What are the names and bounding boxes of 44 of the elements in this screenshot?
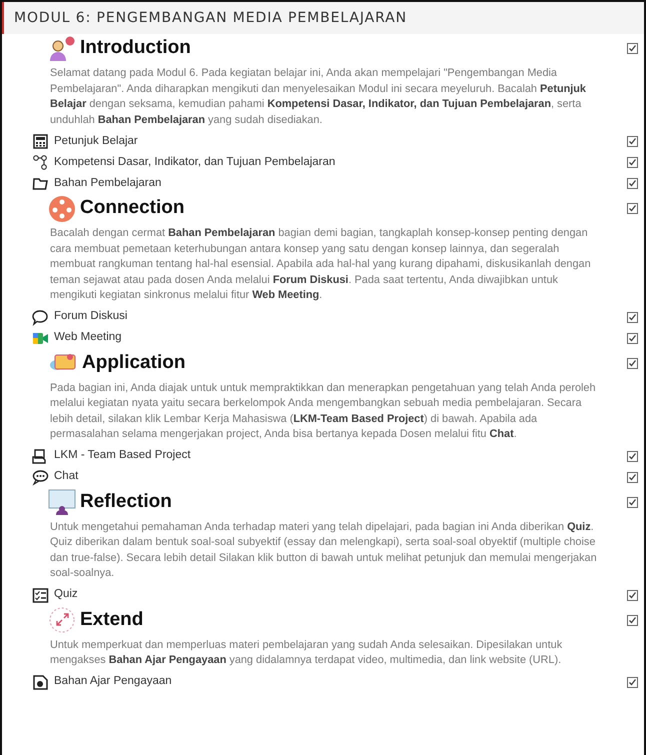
board-icon <box>48 489 76 515</box>
activity-link[interactable]: Forum Diskusi <box>54 308 128 326</box>
section-description: Bacalah dengan cermat Bahan Pembelajaran bagian demi bagian, tangkaplah konsep-konsep penting dengan cara membuat pemetaan keterhubungan antara konsep yang satu dengan konsep lainnya, dan segeralah membuat rangkuman tentang hal-hal esensial. Apabila ada hal-hal yang kurang dipahami, diskusikanlah dengan teman sejawat atau pada dosen Anda melalui Forum Diskusi. Pada saat tertentu, Anda diwajibkan untuk mengikuti kegiatan sinkronus melalui fitur Web Meeting. <box>49 226 592 303</box>
section-description: Pada bagian ini, Anda diajak untuk untuk mempraktikkan dan menerapkan pengetahuan yang telah Anda peroleh melalui kegiatan nyata yaitu secara berkelompok Anda mengembangkan sebuah media pembelajaran. Secara lebih detail, silakan klik Lembar Kerja Mahasiswa (LKM-Team Based Project) di bawah. Apabila ada permasalahan selama mengerjakan project, Anda bisa bertanya kepada Dosen melalui fitu Chat. <box>49 380 597 442</box>
completion-checkbox[interactable] <box>627 157 638 168</box>
activity-link[interactable]: Chat <box>54 468 78 486</box>
completion-checkbox[interactable] <box>627 178 638 189</box>
chat-bubble-icon <box>32 468 49 486</box>
section-description: Untuk mengetahui pemahaman Anda terhadap materi yang telah dipelajari, pada bagian ini Anda diberikan Quiz. Quiz diberikan dalam bentuk soal-soal subyektif (essay dan melengkapi), serta soal-soal obyektif (multiple choise dan true-false). Secara lebih detail Silakan klik button di bawah untuk melihat petunjuk dan memulai mengerjakan soal-soalnya. <box>49 520 598 581</box>
activity-link[interactable]: Web Meeting <box>54 329 122 347</box>
activity-link[interactable]: Petunjuk Belajar <box>54 132 138 150</box>
completion-checkbox[interactable] <box>627 332 638 344</box>
file-icon <box>32 674 49 690</box>
activity-link[interactable]: Kompetensi Dasar, Indikator, dan Tujuan Pembelajaran <box>54 154 336 172</box>
section-title: Introduction <box>80 36 191 60</box>
checklist-icon <box>32 586 49 604</box>
section-description: Untuk memperkuat dan memperluas materi pembelajaran yang sudah Anda selesaikan. Dipesilakan untuk mengakses Bahan Ajar Pengayaan yang didalamnya terdapat video, multimedia, dan link website (URL). <box>49 638 564 668</box>
calculator-icon <box>32 133 49 150</box>
completion-checkbox[interactable] <box>627 472 638 482</box>
completion-checkbox[interactable] <box>627 614 638 626</box>
completion-checkbox[interactable] <box>627 450 638 462</box>
activity-link[interactable]: LKM - Team Based Project <box>54 447 191 465</box>
network-icon <box>48 194 76 222</box>
completion-checkbox[interactable] <box>627 136 638 147</box>
section-description: Selamat datang pada Modul 6. Pada kegiatan belajar ini, Anda akan mempelajari "Pengembangan Media Pembelajaran". Anda diharapkan mengikuti dan menyelesaikan Modul ini secara meyeluruh. Bacalah Petunjuk Belajar dengan seksama, kemudian pahami Kompetensi Dasar, Indikator, dan Tujuan Pembelajaran, serta unduhlah Bahan Pembelajaran yang sudah disediakan. <box>49 66 587 128</box>
completion-checkbox[interactable] <box>627 496 638 508</box>
completion-checkbox[interactable] <box>627 676 638 688</box>
section-title: Extend <box>80 608 144 632</box>
completion-checkbox[interactable] <box>627 590 638 600</box>
section-title: Application <box>82 350 186 375</box>
activity-link[interactable]: Bahan Ajar Pengayaan <box>54 673 172 691</box>
activity-link[interactable]: Quiz <box>54 586 78 604</box>
completion-checkbox[interactable] <box>627 43 638 54</box>
section-title: Reflection <box>80 490 172 514</box>
activity-link[interactable]: Bahan Pembelajaran <box>54 174 162 192</box>
arrows-icon <box>48 606 76 634</box>
speech-bubble-icon <box>32 308 49 326</box>
completion-checkbox[interactable] <box>627 203 638 214</box>
completion-checkbox[interactable] <box>627 358 638 368</box>
person-icon <box>48 36 76 62</box>
module-title: MODUL 6: PENGEMBANGAN MEDIA PEMBELAJARAN <box>2 2 644 34</box>
section-title: Connection <box>80 196 184 220</box>
completion-checkbox[interactable] <box>627 312 638 322</box>
flowchart-icon <box>32 154 49 171</box>
